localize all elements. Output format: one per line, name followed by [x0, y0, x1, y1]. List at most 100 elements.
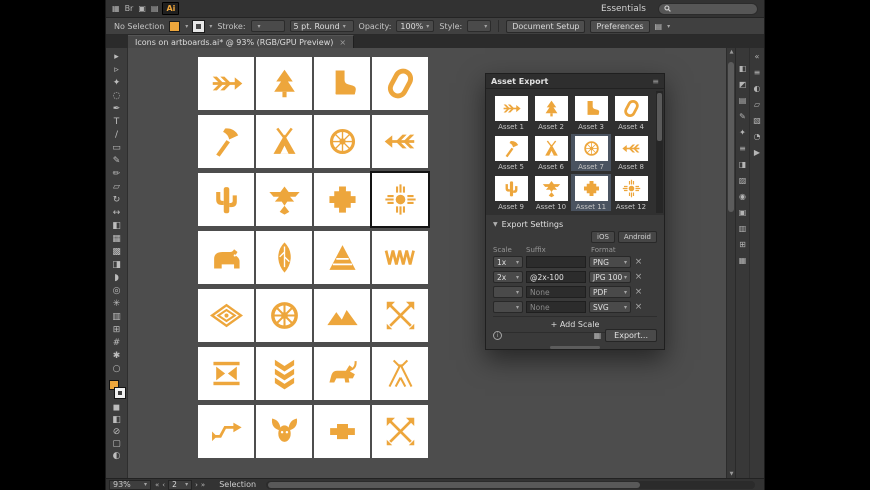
brush-definition-select[interactable]: 5 pt. Round▾ — [290, 20, 354, 32]
paintbrush-tool[interactable]: ✎ — [108, 155, 126, 168]
line-segment-tool[interactable]: / — [108, 129, 126, 142]
scale-tool[interactable]: ↔ — [108, 207, 126, 220]
arrange-documents-icon[interactable]: ▤ — [151, 4, 159, 14]
asset-item[interactable]: Asset 1 — [491, 94, 531, 131]
workspace-switcher[interactable]: Essentials — [597, 3, 650, 15]
stroke-color-swatch[interactable] — [115, 388, 125, 398]
remove-scale-button[interactable]: × — [634, 302, 643, 312]
color-guide-panel-icon[interactable]: ◩ — [736, 78, 749, 91]
align-options-icon[interactable]: ▤ — [655, 22, 663, 31]
format-select[interactable]: PNG▾ — [589, 256, 631, 268]
swatches-panel-icon[interactable]: ▤ — [736, 94, 749, 107]
artboard-tile[interactable] — [372, 289, 428, 342]
scrollbar-thumb[interactable] — [657, 93, 662, 141]
panel-menu-icon[interactable]: ≡ — [652, 77, 659, 86]
artboard-tile[interactable] — [314, 347, 370, 400]
color-panel-icon[interactable]: ◧ — [736, 62, 749, 75]
remove-scale-button[interactable]: × — [634, 272, 643, 282]
pencil-tool[interactable]: ✏ — [108, 168, 126, 181]
pathfinder-panel-icon[interactable]: ◐ — [751, 82, 764, 95]
artboard-tile[interactable] — [198, 173, 254, 226]
artboard-tile[interactable] — [314, 231, 370, 284]
next-artboard-button[interactable]: › — [195, 481, 198, 489]
scale-select[interactable]: 2x▾ — [493, 271, 523, 283]
asset-list-scrollbar[interactable] — [656, 91, 663, 213]
artboard-tile[interactable] — [256, 173, 312, 226]
export-settings-header[interactable]: ▼ Export Settings — [493, 218, 657, 230]
suffix-input[interactable]: @2x-100 — [526, 271, 586, 283]
panel-header[interactable]: Asset Export ≡ — [486, 74, 664, 89]
android-preset-button[interactable]: Android — [618, 231, 657, 243]
first-artboard-button[interactable]: « — [155, 481, 159, 489]
transform-panel-icon[interactable]: ▱ — [751, 98, 764, 111]
last-artboard-button[interactable]: » — [201, 481, 205, 489]
direct-selection-tool[interactable]: ▹ — [108, 64, 126, 77]
asset-item[interactable]: Asset 10 — [531, 174, 571, 211]
stroke-panel-icon[interactable]: ≡ — [736, 142, 749, 155]
artboard-tool[interactable]: ⊞ — [108, 324, 126, 337]
shape-builder-tool[interactable]: ◧ — [108, 220, 126, 233]
perspective-grid-tool[interactable]: ▦ — [108, 233, 126, 246]
disclosure-triangle-icon[interactable]: ▼ — [493, 221, 498, 228]
asset-item[interactable]: Asset 2 — [531, 94, 571, 131]
artboard-tile[interactable] — [256, 347, 312, 400]
asset-item[interactable]: Asset 5 — [491, 134, 531, 171]
slice-tool[interactable]: # — [108, 337, 126, 350]
format-select[interactable]: SVG▾ — [589, 301, 631, 313]
appearance-panel-icon[interactable]: ◉ — [736, 190, 749, 203]
artboard-tile[interactable] — [372, 173, 428, 226]
graphic-styles-panel-icon[interactable]: ▣ — [736, 206, 749, 219]
save-status-icon[interactable]: ▣ — [138, 4, 146, 14]
artboard-tile[interactable] — [314, 405, 370, 458]
remove-scale-button[interactable]: × — [634, 287, 643, 297]
artboard-tile[interactable] — [256, 115, 312, 168]
chevron-down-icon[interactable]: ▾ — [185, 23, 188, 30]
libraries-panel-icon[interactable]: ▦ — [736, 254, 749, 267]
eyedropper-tool[interactable]: ◗ — [108, 272, 126, 285]
artboards-panel-icon[interactable]: ⊞ — [736, 238, 749, 251]
draw-mode-icon[interactable]: ▢ — [108, 438, 126, 450]
scroll-up-icon[interactable]: ▲ — [728, 49, 735, 55]
artboard-tile[interactable] — [372, 405, 428, 458]
export-artboards-icon[interactable]: ▦ — [594, 331, 602, 340]
actions-panel-icon[interactable]: ▶ — [751, 146, 764, 159]
asset-item[interactable]: Asset 12 — [611, 174, 651, 211]
document-tab[interactable]: Icons on artboards.ai* @ 93% (RGB/GPU Pr… — [128, 35, 354, 48]
artboard-tile[interactable] — [198, 231, 254, 284]
asset-item[interactable]: Asset 3 — [571, 94, 611, 131]
transparency-panel-icon[interactable]: ▨ — [736, 174, 749, 187]
artboard-tile[interactable] — [256, 231, 312, 284]
artboard-tile[interactable] — [372, 347, 428, 400]
bridge-icon[interactable]: Br — [125, 4, 134, 14]
fill-stroke-swatches[interactable] — [108, 380, 126, 400]
style-select[interactable]: ▾ — [467, 20, 491, 32]
artboard-tile[interactable] — [198, 57, 254, 110]
scrollbar-thumb[interactable] — [268, 482, 640, 488]
color-button[interactable]: ◼ — [108, 402, 126, 414]
artboard-tile[interactable] — [372, 231, 428, 284]
artboard-number-select[interactable]: 2 ▾ — [168, 480, 192, 490]
asset-item[interactable]: Asset 6 — [531, 134, 571, 171]
scale-select[interactable]: 1x▾ — [493, 256, 523, 268]
asset-item[interactable]: Asset 8 — [611, 134, 651, 171]
symbols-panel-icon[interactable]: ✦ — [736, 126, 749, 139]
remove-scale-button[interactable]: × — [634, 257, 643, 267]
chevron-down-icon[interactable]: ▾ — [667, 23, 670, 30]
artboard-tile[interactable] — [198, 115, 254, 168]
app-home-icon[interactable]: ▦ — [112, 4, 120, 14]
artboard-tile[interactable] — [372, 115, 428, 168]
artboard-tile[interactable] — [256, 57, 312, 110]
opacity-select[interactable]: 100%▾ — [396, 20, 434, 32]
layers-panel-icon[interactable]: ▥ — [736, 222, 749, 235]
fill-color-control[interactable] — [169, 21, 180, 32]
selection-tool[interactable]: ▸ — [108, 51, 126, 64]
canvas[interactable]: Asset Export ≡ Asset 1 — [128, 48, 735, 478]
artboard-tile[interactable] — [198, 405, 254, 458]
artboard-tile[interactable] — [314, 57, 370, 110]
pen-tool[interactable]: ✒ — [108, 103, 126, 116]
previous-artboard-button[interactable]: ‹ — [162, 481, 165, 489]
hand-tool[interactable]: ✱ — [108, 350, 126, 363]
asset-item[interactable]: Asset 7 — [571, 134, 611, 171]
rotate-tool[interactable]: ↻ — [108, 194, 126, 207]
eraser-tool[interactable]: ▱ — [108, 181, 126, 194]
